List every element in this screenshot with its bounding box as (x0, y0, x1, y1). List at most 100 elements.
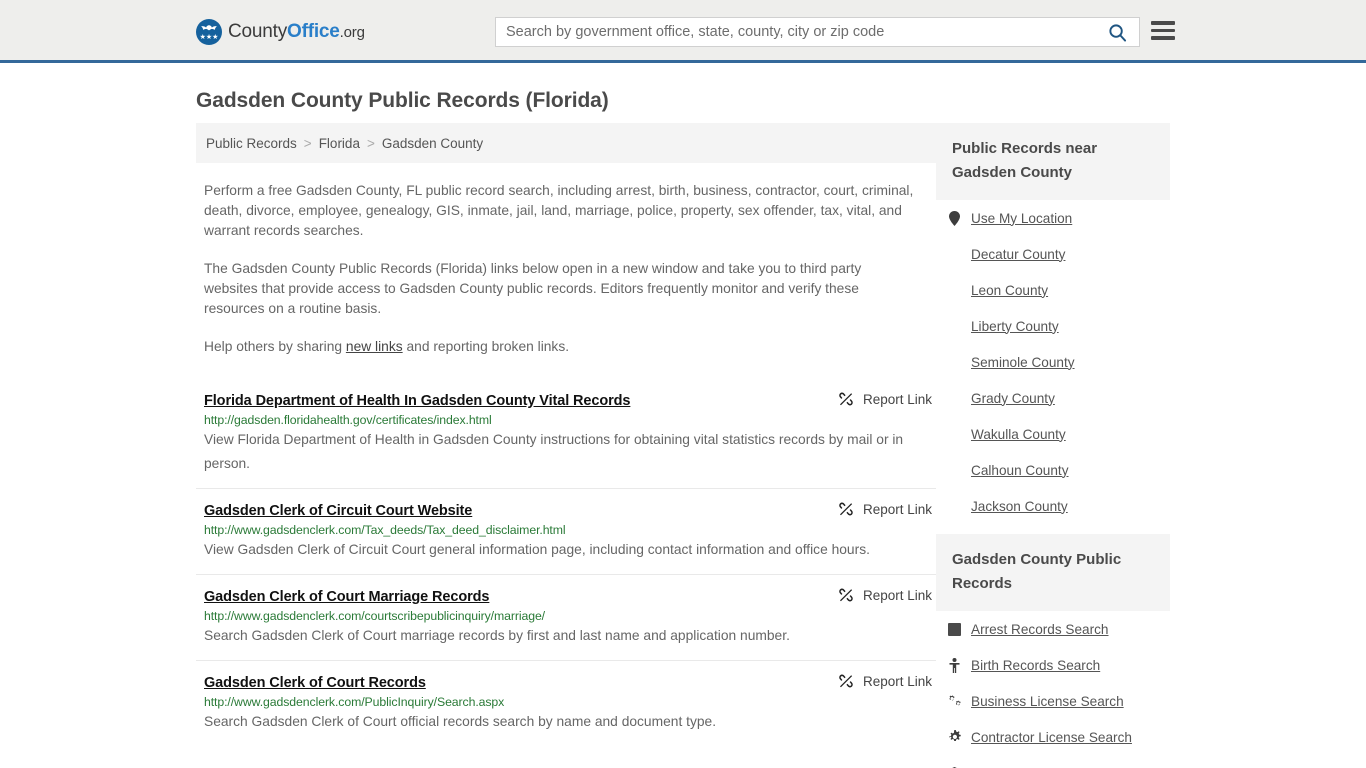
record-link-url: http://www.gadsdenclerk.com/Tax_deeds/Ta… (204, 523, 566, 537)
sidebar-nearby-list: Use My Location Decatur County Leon County… (936, 200, 1170, 524)
breadcrumb: Public Records > Florida > Gadsden Count… (196, 123, 936, 163)
intro-p3-pre: Help others by sharing (204, 339, 346, 354)
intro-p3-post: and reporting broken links. (402, 339, 570, 354)
logo-text-county: County (228, 21, 288, 42)
sidebar-list-item: Business License Search (936, 683, 1170, 719)
record-link-item: Gadsden Clerk of Court Records Report Lin… (196, 660, 936, 746)
breadcrumb-item-florida[interactable]: Florida (319, 136, 360, 151)
sidebar-link-wakulla-county[interactable]: Wakulla County (971, 427, 1066, 442)
breadcrumb-item-gadsden-county[interactable]: Gadsden County (382, 136, 483, 151)
broken-link-icon (838, 673, 854, 689)
sidebar-list-item: Court Records Search (936, 755, 1170, 768)
square-badge-icon (946, 622, 963, 636)
sidebar-link-contractor-license-search[interactable]: Contractor License Search (971, 730, 1132, 745)
broken-link-icon (838, 391, 854, 407)
record-link-title[interactable]: Florida Department of Health In Gadsden … (204, 393, 630, 409)
sidebar-link-calhoun-county[interactable]: Calhoun County (971, 463, 1069, 478)
gear-icon (946, 730, 963, 744)
eagle-stars-seal-icon: ★★★ (196, 19, 222, 45)
sidebar-link-arrest-records-search[interactable]: Arrest Records Search (971, 622, 1109, 637)
search-bar (495, 17, 1140, 47)
baby-icon (946, 657, 963, 673)
broken-link-icon (838, 501, 854, 517)
sidebar-list-item: Liberty County (936, 308, 1170, 344)
record-link-description: Search Gadsden Clerk of Court official r… (204, 714, 717, 729)
report-link-label: Report Link (862, 587, 932, 603)
map-pin-icon (946, 210, 963, 226)
sidebar-nearby-heading: Public Records near Gadsden County (936, 123, 1170, 200)
report-link-button[interactable]: Report Link (838, 587, 932, 603)
sidebar-link-grady-county[interactable]: Grady County (971, 391, 1055, 406)
logo-text-org: .org (339, 24, 365, 41)
record-link-description: Search Gadsden Clerk of Court marriage r… (204, 628, 790, 643)
sidebar-link-business-license-search[interactable]: Business License Search (971, 694, 1124, 709)
sidebar-list-item: Wakulla County (936, 416, 1170, 452)
sidebar-link-leon-county[interactable]: Leon County (971, 283, 1048, 298)
record-link-url: http://www.gadsdenclerk.com/courtscribep… (204, 609, 545, 623)
page-container: Gadsden County Public Records (Florida) … (0, 89, 1366, 768)
intro-paragraph-1: Perform a free Gadsden County, FL public… (204, 183, 914, 238)
sidebar-list-item: Birth Records Search (936, 647, 1170, 683)
record-link-url: http://www.gadsdenclerk.com/PublicInquir… (204, 695, 505, 709)
record-link-url: http://gadsden.floridahealth.gov/certifi… (204, 413, 492, 427)
page-title: Gadsden County Public Records (Florida) (196, 89, 609, 112)
record-link-description: View Florida Department of Health in Gad… (204, 432, 904, 471)
records-link-list: Florida Department of Health In Gadsden … (196, 379, 936, 746)
record-link-item: Gadsden Clerk of Court Marriage Records R… (196, 574, 936, 660)
record-link-description: View Gadsden Clerk of Circuit Court gene… (204, 542, 870, 557)
report-link-button[interactable]: Report Link (838, 673, 932, 689)
sidebar-list-item: Grady County (936, 380, 1170, 416)
site-logo-text: CountyOffice.org (228, 21, 365, 43)
record-link-title[interactable]: Gadsden Clerk of Circuit Court Website (204, 503, 472, 519)
sidebar-list-item: Decatur County (936, 236, 1170, 272)
site-logo[interactable]: ★★★ CountyOffice.org (196, 19, 365, 45)
sidebar-list-item: Use My Location (936, 200, 1170, 236)
content-columns: Public Records > Florida > Gadsden Count… (196, 123, 1170, 768)
intro-paragraph-3: Help others by sharing new links and rep… (204, 337, 916, 357)
report-link-button[interactable]: Report Link (838, 501, 932, 517)
hamburger-bar-1 (1151, 21, 1175, 25)
broken-link-icon (838, 587, 854, 603)
sidebar-link-jackson-county[interactable]: Jackson County (971, 499, 1068, 514)
record-link-title[interactable]: Gadsden Clerk of Court Marriage Records (204, 589, 489, 605)
sidebar: Public Records near Gadsden County Use M… (936, 123, 1170, 768)
record-link-title[interactable]: Gadsden Clerk of Court Records (204, 675, 426, 691)
intro-paragraph-2: The Gadsden County Public Records (Flori… (204, 261, 862, 316)
hamburger-menu-icon[interactable] (1151, 21, 1175, 40)
site-header: ★★★ CountyOffice.org (0, 0, 1366, 63)
breadcrumb-item-public-records[interactable]: Public Records (206, 136, 297, 151)
sidebar-link-seminole-county[interactable]: Seminole County (971, 355, 1075, 370)
gears-icon (946, 694, 963, 708)
search-button[interactable] (1095, 18, 1139, 46)
report-link-label: Report Link (862, 501, 932, 517)
record-link-item: Florida Department of Health In Gadsden … (196, 379, 936, 488)
sidebar-list-item: Leon County (936, 272, 1170, 308)
sidebar-records-heading: Gadsden County Public Records (936, 534, 1170, 611)
main-column: Public Records > Florida > Gadsden Count… (196, 123, 936, 746)
report-link-label: Report Link (862, 673, 932, 689)
magnifier-icon (1108, 23, 1126, 42)
breadcrumb-separator: > (366, 135, 375, 151)
hamburger-bar-2 (1151, 28, 1175, 32)
record-link-item: Gadsden Clerk of Circuit Court Website Re… (196, 488, 936, 574)
search-input[interactable] (496, 18, 1095, 46)
three-stars: ★★★ (199, 34, 219, 41)
sidebar-link-use-my-location[interactable]: Use My Location (971, 211, 1072, 226)
report-link-label: Report Link (862, 391, 932, 407)
new-links-link[interactable]: new links (346, 339, 403, 354)
report-link-button[interactable]: Report Link (838, 391, 932, 407)
sidebar-list-item: Contractor License Search (936, 719, 1170, 755)
sidebar-records-list: Arrest Records Search Birth Records Searc… (936, 611, 1170, 768)
breadcrumb-separator: > (303, 135, 312, 151)
sidebar-list-item: Arrest Records Search (936, 611, 1170, 647)
sidebar-link-liberty-county[interactable]: Liberty County (971, 319, 1059, 334)
logo-text-office: Office (287, 21, 340, 42)
hamburger-bar-3 (1151, 36, 1175, 40)
intro-text: Perform a free Gadsden County, FL public… (196, 181, 936, 357)
sidebar-link-decatur-county[interactable]: Decatur County (971, 247, 1065, 262)
sidebar-list-item: Seminole County (936, 344, 1170, 380)
sidebar-link-birth-records-search[interactable]: Birth Records Search (971, 658, 1100, 673)
sidebar-list-item: Calhoun County (936, 452, 1170, 488)
sidebar-list-item: Jackson County (936, 488, 1170, 524)
